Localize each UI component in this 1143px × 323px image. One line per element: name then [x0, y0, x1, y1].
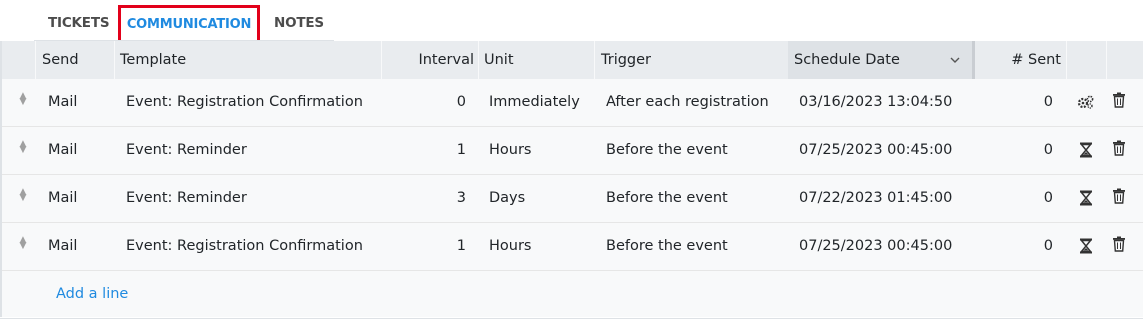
header-interval[interactable]: Interval [382, 41, 474, 79]
hourglass-icon[interactable] [1075, 127, 1097, 174]
cell-schedule-date: 07/25/2023 00:45:00 [799, 142, 953, 158]
cell-schedule-date: 07/22/2023 01:45:00 [799, 190, 953, 206]
trash-icon[interactable] [1112, 140, 1126, 156]
gears-icon[interactable] [1075, 79, 1097, 126]
hourglass-icon[interactable] [1075, 175, 1097, 222]
column-separator [114, 41, 115, 79]
cell-unit: Days [489, 190, 526, 206]
column-separator [35, 41, 36, 79]
table-header: Send Template Interval Unit Trigger Sche… [0, 41, 1143, 79]
cell-interval: 0 [456, 94, 466, 110]
cell-send: Mail [48, 142, 78, 158]
cell-template[interactable]: Event: Reminder [126, 175, 247, 222]
cell-schedule-date: 07/25/2023 00:45:00 [799, 238, 953, 254]
drag-handle-icon[interactable]: ▲ ▼ [19, 92, 27, 107]
trash-icon[interactable] [1112, 188, 1126, 204]
cell-sent: 0 [1043, 142, 1053, 158]
communication-table: Send Template Interval Unit Trigger Sche… [0, 41, 1143, 317]
header-schedule-date[interactable]: Schedule Date [788, 41, 972, 79]
table-row[interactable]: ▲ ▼ Mail Event: Registration Confirmation… [2, 79, 1143, 127]
cell-send: Mail [48, 94, 78, 110]
cell-template[interactable]: Event: Reminder [126, 127, 247, 174]
cell-trigger: After each registration [606, 94, 769, 110]
cell-send: Mail [48, 190, 78, 206]
header-sent[interactable]: # Sent [977, 41, 1061, 79]
cell-trigger: Before the event [606, 190, 728, 206]
column-separator [1106, 41, 1107, 79]
add-line-link[interactable]: Add a line [56, 271, 128, 317]
tab-communication[interactable]: COMMUNICATION [118, 5, 260, 45]
cell-send: Mail [48, 238, 78, 254]
cell-unit: Hours [489, 142, 532, 158]
column-separator [478, 41, 479, 79]
hourglass-icon[interactable] [1075, 223, 1097, 270]
header-schedule-date-label: Schedule Date [794, 52, 900, 68]
header-trigger[interactable]: Trigger [601, 41, 651, 79]
column-resize-handle[interactable] [972, 41, 975, 79]
chevron-down-icon [950, 57, 960, 63]
drag-handle-icon[interactable]: ▲ ▼ [19, 188, 27, 203]
cell-sent: 0 [1043, 238, 1053, 254]
table-body: ▲ ▼ Mail Event: Registration Confirmation… [0, 79, 1143, 317]
cell-interval: 1 [456, 238, 466, 254]
table-row[interactable]: ▲ ▼ Mail Event: Registration Confirmation… [2, 223, 1143, 271]
column-separator [594, 41, 595, 79]
header-template[interactable]: Template [120, 41, 186, 79]
cell-sent: 0 [1043, 94, 1053, 110]
tab-tickets[interactable]: TICKETS [48, 6, 110, 40]
trash-icon[interactable] [1112, 236, 1126, 252]
cell-unit: Immediately [489, 94, 580, 110]
cell-interval: 1 [456, 142, 466, 158]
cell-template[interactable]: Event: Registration Confirmation [126, 223, 363, 270]
table-row[interactable]: ▲ ▼ Mail Event: Reminder 3 Days Before th… [2, 175, 1143, 223]
table-bottom-border [0, 318, 1143, 319]
column-separator [1066, 41, 1067, 79]
tab-notes[interactable]: NOTES [274, 6, 324, 40]
tab-bar: TICKETS COMMUNICATION NOTES [0, 0, 1143, 45]
table-row[interactable]: ▲ ▼ Mail Event: Reminder 1 Hours Before t… [2, 127, 1143, 175]
cell-sent: 0 [1043, 190, 1053, 206]
cell-schedule-date: 03/16/2023 13:04:50 [799, 94, 953, 110]
trash-icon[interactable] [1112, 92, 1126, 108]
add-line-row: Add a line [2, 271, 1143, 317]
drag-handle-icon[interactable]: ▲ ▼ [19, 236, 27, 251]
cell-template[interactable]: Event: Registration Confirmation [126, 79, 363, 126]
cell-trigger: Before the event [606, 238, 728, 254]
header-unit[interactable]: Unit [484, 41, 514, 79]
header-send[interactable]: Send [42, 41, 79, 79]
drag-handle-icon[interactable]: ▲ ▼ [19, 140, 27, 155]
cell-trigger: Before the event [606, 142, 728, 158]
cell-interval: 3 [456, 190, 466, 206]
cell-unit: Hours [489, 238, 532, 254]
